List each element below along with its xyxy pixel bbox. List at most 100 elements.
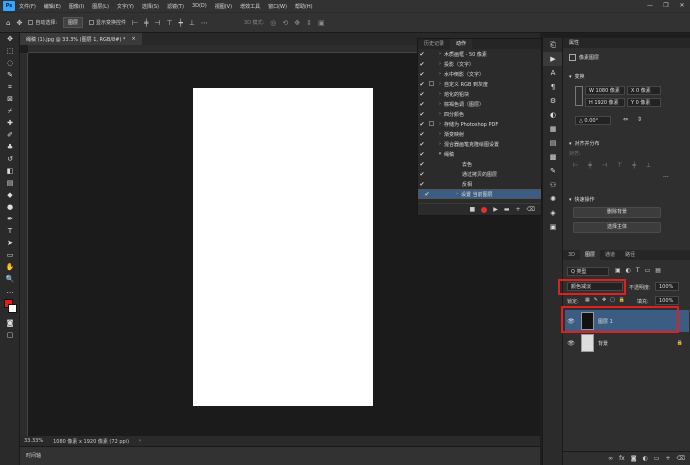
patterns-panel-icon[interactable]: ▩ bbox=[543, 150, 563, 164]
move-tool-icon[interactable]: ✥ bbox=[0, 33, 20, 45]
filter-shape-icon[interactable]: ▭ bbox=[645, 267, 651, 274]
toggle-check-icon[interactable]: ✔ bbox=[418, 111, 426, 118]
shape-tool-icon[interactable]: ▭ bbox=[0, 249, 20, 261]
lock-artboard-icon[interactable]: ▢ bbox=[610, 297, 615, 303]
action-row[interactable]: ✔ › 四分颜色 bbox=[418, 109, 541, 119]
character-panel-icon[interactable]: A bbox=[543, 66, 563, 80]
expand-icon[interactable]: › bbox=[436, 111, 444, 117]
restore-icon[interactable]: ❐ bbox=[658, 0, 674, 12]
action-row[interactable]: ✔ › 存储为 Photoshop PDF bbox=[418, 119, 541, 129]
align-right-icon[interactable]: ⊣ bbox=[154, 19, 160, 27]
eyedropper-tool-icon[interactable]: ⌿ bbox=[0, 105, 20, 117]
align-top-icon[interactable]: ⊤ bbox=[166, 19, 172, 27]
x-field[interactable]: X 0 像素 bbox=[627, 86, 661, 95]
3d-slide-icon[interactable]: ⇕ bbox=[306, 19, 312, 27]
dodge-tool-icon[interactable]: ● bbox=[0, 201, 20, 213]
y-field[interactable]: Y 0 像素 bbox=[627, 98, 661, 107]
quick-select-tool-icon[interactable]: ✎ bbox=[0, 69, 20, 81]
expand-icon[interactable]: › bbox=[436, 71, 444, 77]
align-bottom-icon[interactable]: ⊥ bbox=[646, 162, 651, 169]
expand-icon[interactable]: › bbox=[436, 121, 444, 127]
expand-icon[interactable]: › bbox=[436, 61, 444, 67]
action-row[interactable]: ✔ ▾ 绳稿 bbox=[418, 149, 541, 159]
status-arrow-icon[interactable]: › bbox=[139, 438, 141, 444]
action-row[interactable]: ✔ › 熔化的铅块 bbox=[418, 89, 541, 99]
zoom-level[interactable]: 33.33% bbox=[24, 438, 43, 444]
zoom-tool-icon[interactable]: 🔍 bbox=[0, 273, 20, 285]
menu-3d[interactable]: 3D(D) bbox=[188, 3, 211, 9]
align-left-icon[interactable]: ⊢ bbox=[132, 19, 138, 27]
adjust-icon[interactable]: ⚙ bbox=[543, 94, 563, 108]
screen-mode-icon[interactable]: ▢ bbox=[0, 329, 20, 341]
path-select-icon[interactable]: ➤ bbox=[0, 237, 20, 249]
home-icon[interactable]: ⌂ bbox=[6, 19, 10, 27]
menu-layer[interactable]: 图层(L) bbox=[88, 3, 113, 10]
history-brush-icon[interactable]: ↺ bbox=[0, 153, 20, 165]
menu-window[interactable]: 窗口(W) bbox=[264, 3, 291, 10]
clone-source-icon[interactable]: ⚇ bbox=[543, 178, 563, 192]
layer-filter-dropdown[interactable]: Q 类型 bbox=[567, 267, 609, 276]
lock-position-icon[interactable]: ✥ bbox=[602, 297, 606, 303]
align-bottom-icon[interactable]: ⊥ bbox=[189, 19, 195, 27]
menu-select[interactable]: 选择(S) bbox=[138, 3, 163, 10]
toggle-check-icon[interactable]: ✔ bbox=[418, 121, 426, 128]
toggle-check-icon[interactable]: ✔ bbox=[418, 91, 426, 98]
swatches-panel-icon[interactable]: ▦ bbox=[543, 122, 563, 136]
width-field[interactable]: W 1080 像素 bbox=[585, 86, 625, 95]
new-layer-icon[interactable]: + bbox=[665, 455, 670, 462]
dialog-toggle[interactable] bbox=[426, 80, 436, 88]
filter-adjust-icon[interactable]: ◐ bbox=[626, 267, 631, 274]
marquee-tool-icon[interactable]: ⬚ bbox=[0, 45, 20, 57]
toggle-check-icon[interactable]: ✔ bbox=[418, 151, 426, 158]
stop-icon[interactable]: ■ bbox=[470, 206, 476, 213]
lasso-tool-icon[interactable]: ◌ bbox=[0, 57, 20, 69]
align-center-icon[interactable]: ╪ bbox=[144, 19, 148, 27]
toggle-check-icon[interactable]: ✔ bbox=[418, 101, 426, 108]
action-row[interactable]: ✔ 反相 bbox=[418, 179, 541, 189]
styles-panel-icon[interactable]: ✺ bbox=[543, 192, 563, 206]
delete-layer-icon[interactable]: ⌫ bbox=[677, 455, 685, 462]
background-color[interactable] bbox=[8, 304, 17, 313]
document-canvas[interactable] bbox=[193, 88, 373, 406]
action-row[interactable]: ✔ 去色 bbox=[418, 159, 541, 169]
move-tool-icon[interactable]: ✥ bbox=[16, 19, 22, 27]
fill-field[interactable]: 100% bbox=[655, 296, 679, 305]
expand-icon[interactable]: › bbox=[436, 101, 444, 107]
minimize-icon[interactable]: — bbox=[642, 0, 658, 12]
play-icon[interactable]: ▶ bbox=[493, 206, 498, 213]
toggle-check-icon[interactable]: ✔ bbox=[418, 181, 426, 188]
navigator-panel-icon[interactable]: ◈ bbox=[543, 206, 563, 220]
align-hcenter-icon[interactable]: ╪ bbox=[588, 162, 592, 169]
flip-horizontal-icon[interactable]: ⇔ bbox=[623, 116, 628, 123]
action-row[interactable]: ✔ › 渐变映射 bbox=[418, 129, 541, 139]
lock-paint-icon[interactable]: ✎ bbox=[594, 297, 598, 303]
menu-plugins[interactable]: 增效工具 bbox=[236, 3, 264, 10]
crop-tool-icon[interactable]: ⌗ bbox=[0, 81, 20, 93]
align-top-icon[interactable]: ⊤ bbox=[617, 162, 622, 169]
tab-actions[interactable]: 动作 bbox=[450, 39, 473, 49]
toggle-check-icon[interactable]: ✔ bbox=[418, 71, 426, 78]
menu-type[interactable]: 文字(Y) bbox=[113, 3, 138, 10]
expand-icon[interactable]: › bbox=[436, 91, 444, 97]
add-mask-icon[interactable]: ◙ bbox=[631, 455, 637, 462]
toggle-check-icon[interactable]: ✔ bbox=[418, 161, 426, 168]
action-row[interactable]: ✔ 通过拷贝的图层 bbox=[418, 169, 541, 179]
more-options-icon[interactable]: ··· bbox=[663, 174, 669, 181]
align-right-icon[interactable]: ⊣ bbox=[602, 162, 607, 169]
toggle-check-icon[interactable]: ✔ bbox=[418, 81, 426, 88]
new-group-icon[interactable]: ▭ bbox=[654, 455, 660, 462]
3d-scale-icon[interactable]: ▣ bbox=[318, 19, 325, 27]
action-row[interactable]: ✔ › 投影（文字） bbox=[418, 59, 541, 69]
toggle-check-icon[interactable]: ✔ bbox=[418, 171, 426, 178]
fx-icon[interactable]: fx bbox=[619, 455, 625, 462]
expand-icon[interactable]: › bbox=[436, 51, 444, 57]
adjustment-layer-icon[interactable]: ◐ bbox=[643, 455, 648, 462]
expand-icon[interactable]: › bbox=[436, 131, 444, 137]
menu-view[interactable]: 视图(V) bbox=[211, 3, 236, 10]
blur-tool-icon[interactable]: ◆ bbox=[0, 189, 20, 201]
menu-help[interactable]: 帮助(H) bbox=[291, 3, 317, 10]
tab-paths[interactable]: 路径 bbox=[620, 250, 640, 260]
new-set-icon[interactable]: ▬ bbox=[504, 206, 510, 213]
action-row[interactable]: ✔ › 木质画框 - 50 像素 bbox=[418, 49, 541, 59]
paragraph-panel-icon[interactable]: ¶ bbox=[543, 80, 563, 94]
